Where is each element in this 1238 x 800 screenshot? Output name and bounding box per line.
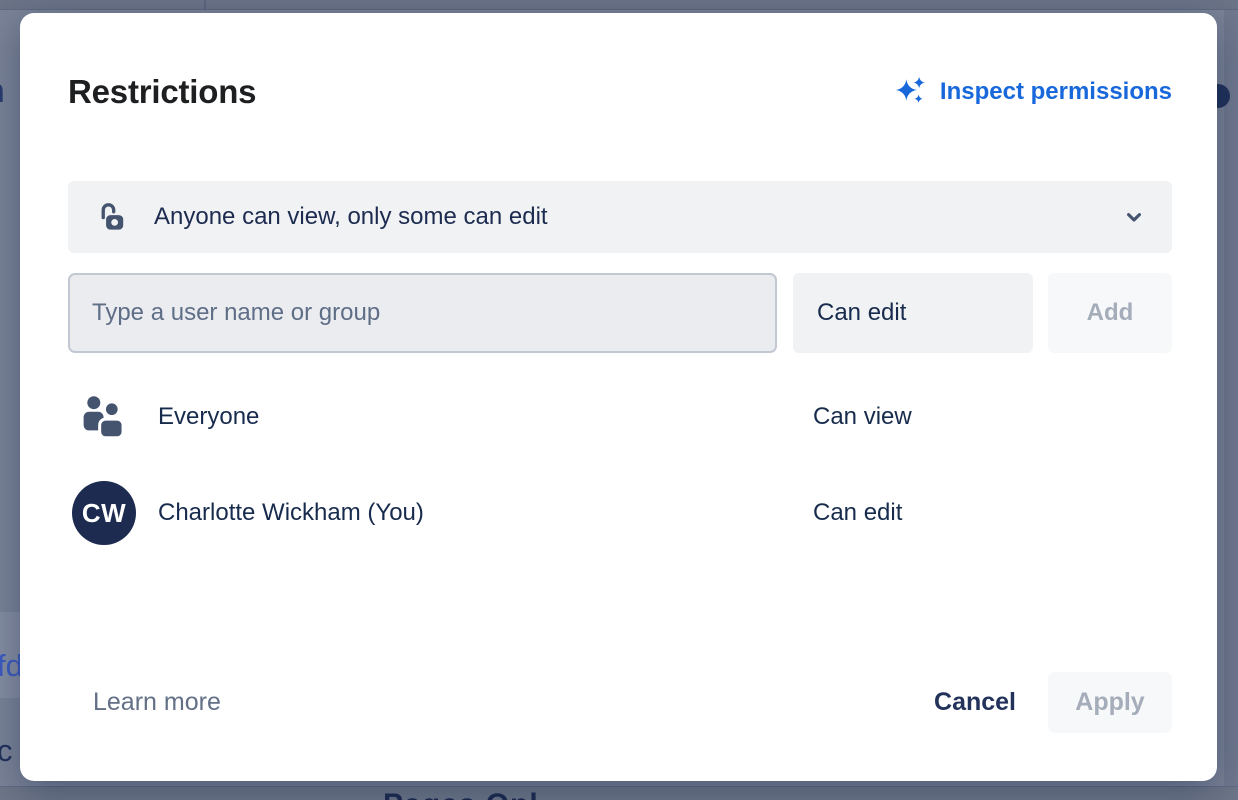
backdrop-top-band	[0, 0, 1238, 10]
member-row-charlotte: CW Charlotte Wickham (You) Can edit	[68, 465, 1172, 561]
cancel-button[interactable]: Cancel	[934, 688, 1016, 717]
backdrop-text-fragment: c	[0, 733, 13, 769]
dialog-footer: Learn more Cancel Apply	[68, 672, 1172, 733]
backdrop-text-fragment: n	[0, 72, 5, 111]
inspect-permissions-link[interactable]: Inspect permissions	[893, 76, 1172, 108]
member-name: Everyone	[158, 403, 259, 431]
apply-button[interactable]: Apply	[1048, 672, 1172, 733]
screen: n fd c Pages Onl Restrictions Inspect pe…	[0, 0, 1238, 800]
learn-more-link[interactable]: Learn more	[93, 688, 221, 717]
restrictions-dialog: Restrictions Inspect permissions	[20, 13, 1217, 781]
user-search-input[interactable]	[68, 273, 777, 353]
add-button[interactable]: Add	[1048, 273, 1172, 353]
backdrop-text-fragment: Pages Onl	[383, 786, 539, 800]
permission-select-button[interactable]: Can edit	[793, 273, 1033, 353]
people-icon	[72, 385, 136, 449]
sparkles-icon	[893, 76, 929, 108]
backdrop-right-edge	[1224, 10, 1238, 800]
add-member-row: Can edit Add	[68, 273, 1172, 353]
members-list: Everyone Can view CW Charlotte Wickham (…	[68, 369, 1172, 561]
member-row-everyone: Everyone Can view	[68, 369, 1172, 465]
avatar: CW	[72, 481, 136, 545]
dialog-header: Restrictions Inspect permissions	[68, 73, 1172, 111]
visibility-label: Anyone can view, only some can edit	[154, 203, 548, 231]
inspect-permissions-label: Inspect permissions	[940, 78, 1172, 106]
chevron-down-icon	[1122, 205, 1146, 229]
dialog-title: Restrictions	[68, 73, 256, 111]
visibility-select[interactable]: Anyone can view, only some can edit	[68, 181, 1172, 253]
backdrop-bottom-band	[0, 786, 1238, 800]
member-permission[interactable]: Can edit	[813, 499, 902, 527]
member-name: Charlotte Wickham (You)	[158, 499, 424, 527]
backdrop-top-divider	[204, 0, 206, 10]
unlock-icon	[92, 198, 130, 236]
member-permission[interactable]: Can view	[813, 403, 912, 431]
